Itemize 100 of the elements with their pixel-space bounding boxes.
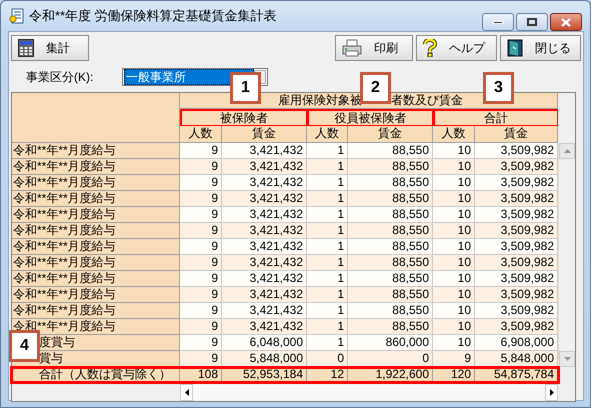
row-label: 令和**年**月度給与 [12, 287, 180, 303]
table-cell: 9 [180, 303, 222, 319]
table-cell: 10 [433, 191, 475, 207]
app-icon [9, 8, 25, 24]
table-cell: 3,421,432 [222, 223, 307, 239]
callout-tooltip: 1 [230, 72, 261, 104]
table-cell: 3,421,432 [222, 191, 307, 207]
table-cell: 3,509,982 [475, 159, 558, 175]
table-cell: 88,550 [348, 159, 433, 175]
table-cell: 10 [433, 159, 475, 175]
row-label: 令和**年**月度給与 [12, 255, 180, 271]
toolbar-button[interactable]: 集計 [11, 35, 89, 61]
table-cell: 1 [307, 207, 348, 223]
table-cell: 10 [433, 239, 475, 255]
column-header: 人数 [307, 126, 348, 143]
row-label: 令和**年**月度給与 [12, 207, 180, 223]
table-cell: 1 [307, 191, 348, 207]
right-arrow-icon[interactable] [550, 389, 554, 396]
table-cell: 6,048,000 [222, 335, 307, 351]
table-cell: 9 [180, 335, 222, 351]
minimize-button[interactable] [482, 13, 514, 31]
table-cell: 9 [180, 159, 222, 175]
table-cell: 1 [307, 175, 348, 191]
table-cell: 5,848,000 [475, 351, 558, 367]
table-cell: 1 [307, 255, 348, 271]
column-header: 人数 [180, 126, 222, 143]
row-label: 令和**年**月度給与 [12, 191, 180, 207]
table-cell: 88,550 [348, 223, 433, 239]
column-header: 賃金 [348, 126, 433, 143]
table-cell: 3,509,982 [475, 255, 558, 271]
column-header: 賃金 [475, 126, 558, 143]
table-cell: 9 [180, 239, 222, 255]
table-cell: 1 [307, 335, 348, 351]
row-label: 令和**年**月度給与 [12, 271, 180, 287]
table-cell: 10 [433, 207, 475, 223]
table-cell: 0 [348, 351, 433, 367]
table-cell: 3,421,432 [222, 255, 307, 271]
row-label: 令和**年**月度給与 [12, 159, 180, 175]
column-header: 人数 [433, 126, 475, 143]
row-label: 令和**年**月度給与 [12, 143, 180, 159]
down-arrow-icon[interactable] [564, 357, 570, 361]
close-button[interactable] [550, 13, 582, 31]
table-cell: 3,421,432 [222, 239, 307, 255]
table-cell: 88,550 [348, 303, 433, 319]
table-cell: 6,908,000 [475, 335, 558, 351]
row-label: 令和**年**月度給与 [12, 303, 180, 319]
horizontal-scrollbar[interactable] [180, 383, 558, 401]
table-cell: 3,509,982 [475, 175, 558, 191]
table-cell: 3,421,432 [222, 303, 307, 319]
column-header: 役員被保険者 [307, 109, 433, 126]
table-cell: 3,509,982 [475, 287, 558, 303]
column-header: 雇用保険対象被 [278, 93, 362, 108]
close-icon [561, 18, 571, 26]
table-cell: 3,421,432 [222, 287, 307, 303]
question-mark-icon [423, 39, 437, 57]
table-cell: 10 [433, 319, 475, 335]
table-cell: 3,509,982 [475, 303, 558, 319]
table-cell: 9 [180, 271, 222, 287]
table-cell: 3,421,432 [222, 143, 307, 159]
table-cell: 9 [180, 223, 222, 239]
table-cell: 10 [433, 271, 475, 287]
table-cell: 3,509,982 [475, 191, 558, 207]
vertical-scrollbar[interactable] [558, 143, 575, 367]
table-cell: 88,550 [348, 255, 433, 271]
callout-tooltip: 3 [483, 72, 514, 104]
maximize-button[interactable] [516, 13, 548, 31]
table-cell: 10 [433, 287, 475, 303]
left-arrow-icon[interactable] [184, 389, 188, 396]
table-cell: 1 [307, 223, 348, 239]
table-cell: 1 [307, 239, 348, 255]
table-cell: 3,509,982 [475, 207, 558, 223]
table-cell: 10 [433, 335, 475, 351]
table-cell: 3,421,432 [222, 207, 307, 223]
table-cell: 3,509,982 [475, 223, 558, 239]
table-cell: 9 [180, 287, 222, 303]
table-cell: 88,550 [348, 143, 433, 159]
table-cell: 88,550 [348, 287, 433, 303]
table-cell: 88,550 [348, 319, 433, 335]
toolbar-button[interactable]: 印刷 [335, 35, 413, 61]
table-cell: 3,509,982 [475, 143, 558, 159]
table-cell: 3,421,432 [222, 319, 307, 335]
table-cell: 1 [307, 319, 348, 335]
table-cell: 88,550 [348, 271, 433, 287]
field-label: 事業区分(K): [26, 69, 94, 86]
table-cell: 88,550 [348, 191, 433, 207]
table-cell: 1 [307, 159, 348, 175]
table-cell: 10 [433, 175, 475, 191]
table-cell: 1 [307, 303, 348, 319]
callout-tooltip: 2 [360, 72, 391, 104]
up-arrow-icon[interactable] [564, 149, 570, 153]
table-cell: 1 [307, 143, 348, 159]
toolbar-button[interactable]: 閉じる [500, 35, 581, 61]
row-label: 令和**年**月度給与 [12, 175, 180, 191]
table-cell: 9 [180, 175, 222, 191]
table-cell: 0 [307, 351, 348, 367]
table-cell: 5,848,000 [222, 351, 307, 367]
toolbar-button[interactable]: ヘルプ [416, 35, 497, 61]
column-header: 賃金 [222, 126, 307, 143]
table-cell: 1 [307, 271, 348, 287]
table-cell: 1 [307, 287, 348, 303]
